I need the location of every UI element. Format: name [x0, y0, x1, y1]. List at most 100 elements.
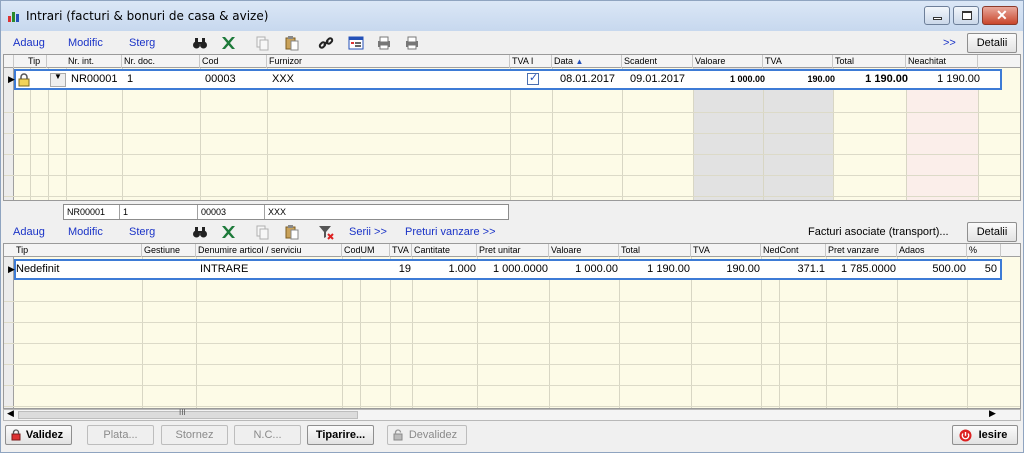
add-invoice-link[interactable]: Adaug	[13, 37, 45, 49]
print-button[interactable]: Tiparire...	[307, 425, 374, 445]
horizontal-scrollbar[interactable]: ◀ III ▶	[3, 408, 1021, 421]
copy-icon[interactable]	[254, 224, 270, 240]
header-codum[interactable]: CodUM	[342, 244, 390, 257]
maximize-button[interactable]	[953, 6, 979, 25]
excel-export-icon[interactable]	[220, 224, 236, 240]
validate-label: Validez	[25, 429, 64, 441]
table-view-icon[interactable]	[348, 35, 364, 51]
serii-link[interactable]: Serii >>	[349, 226, 387, 238]
facturi-asociate-label[interactable]: Facturi asociate (transport)...	[808, 226, 949, 238]
header-gestiune[interactable]: Gestiune	[142, 244, 196, 257]
binoculars-icon[interactable]	[192, 224, 208, 240]
lock-icon	[11, 429, 21, 441]
delete-invoice-link[interactable]: Sterg	[129, 37, 155, 49]
excel-export-icon[interactable]	[220, 35, 236, 51]
paste-icon[interactable]	[284, 224, 300, 240]
invoice-details-button[interactable]: Detalii	[967, 33, 1017, 53]
header-pret-unitar[interactable]: Pret unitar	[477, 244, 549, 257]
cell-cantitate: 1.000	[448, 263, 476, 275]
print-icon[interactable]	[404, 35, 420, 51]
reverse-button[interactable]: Stornez	[161, 425, 228, 445]
exit-button[interactable]: Iesire	[952, 425, 1018, 445]
tva-i-checkbox[interactable]: ✓	[527, 72, 539, 85]
header-nr-doc[interactable]: Nr. doc.	[122, 55, 200, 68]
header-neachitat[interactable]: Neachitat	[906, 55, 978, 68]
cell-scadent: 09.01.2017	[630, 73, 686, 85]
header-tva[interactable]: TVA	[763, 55, 833, 68]
binoculars-icon[interactable]	[192, 35, 208, 51]
checkmark-icon: ✓	[529, 72, 539, 84]
lock-icon	[18, 73, 30, 87]
header-procent[interactable]: %	[967, 244, 1001, 257]
cell-procent: 50	[984, 263, 997, 275]
header-pret-vanzare[interactable]: Pret vanzare	[826, 244, 897, 257]
header-cod[interactable]: Cod	[200, 55, 267, 68]
header-tip[interactable]: Tip	[14, 244, 142, 257]
scroll-grip: III	[179, 408, 186, 417]
summary-strip: NR00001 1 00003 XXX	[63, 204, 509, 220]
main-window: Intrari (facturi & bonuri de casa & aviz…	[0, 0, 1024, 453]
close-button[interactable]: ✕	[982, 6, 1018, 25]
payment-button[interactable]: Plata...	[87, 425, 154, 445]
cell-data: 08.01.2017	[560, 73, 616, 85]
tip-dropdown[interactable]: ▼	[50, 72, 66, 87]
header-denumire[interactable]: Denumire articol / serviciu	[196, 244, 342, 257]
power-icon	[959, 429, 972, 442]
header-tip[interactable]: Tip	[14, 55, 47, 68]
title-bar: Intrari (facturi & bonuri de casa & aviz…	[1, 1, 1023, 31]
link-icon[interactable]	[318, 35, 334, 51]
cell-adaos: 500.00	[932, 263, 966, 275]
header-total[interactable]: Total	[833, 55, 906, 68]
header-valoare[interactable]: Valoare	[549, 244, 619, 257]
lines-grid: Tip Gestiune Denumire articol / serviciu…	[3, 243, 1021, 409]
table-row[interactable]: ▶ ▼ NR00001 1 00003 XXX ✓ 08.01.2017 09.…	[8, 69, 1002, 90]
header-cont[interactable]: NedCont	[761, 244, 826, 257]
filter-clear-icon[interactable]	[318, 224, 334, 240]
table-row[interactable]: ▶ Nedefinit INTRARE 19 1.000 1 000.0000 …	[8, 259, 1002, 280]
scroll-left-icon[interactable]: ◀	[7, 408, 14, 419]
header-furnizor[interactable]: Furnizor	[267, 55, 510, 68]
edit-invoice-link[interactable]: Modific	[68, 37, 103, 49]
invalidate-button[interactable]: Devalidez	[387, 425, 467, 445]
cell-tva: 190.00	[807, 74, 835, 84]
paste-icon[interactable]	[284, 35, 300, 51]
delete-line-link[interactable]: Sterg	[129, 226, 155, 238]
validate-button[interactable]: Validez	[5, 425, 72, 445]
scroll-right-icon[interactable]: ▶	[989, 408, 996, 419]
line-details-button[interactable]: Detalii	[967, 222, 1017, 242]
copy-icon[interactable]	[254, 35, 270, 51]
header-cantitate[interactable]: Cantitate	[412, 244, 477, 257]
summary-furnizor: XXX	[268, 207, 287, 217]
header-data[interactable]: Data ▲	[552, 55, 622, 68]
scroll-thumb[interactable]: III	[18, 408, 358, 419]
invoices-header: Tip Nr. int. Nr. doc. Cod Furnizor TVA I…	[4, 55, 1020, 68]
header-adaos[interactable]: Adaos	[897, 244, 967, 257]
cell-tva-val: 190.00	[726, 263, 760, 275]
header-tva-i[interactable]: TVA I	[510, 55, 552, 68]
exit-label: Iesire	[978, 429, 1008, 441]
summary-cod: 00003	[198, 205, 265, 219]
cell-pret-vanzare: 1 785.0000	[840, 263, 896, 275]
header-total[interactable]: Total	[619, 244, 691, 257]
header-scadent[interactable]: Scadent	[622, 55, 693, 68]
add-line-link[interactable]: Adaug	[13, 226, 45, 238]
close-icon: ✕	[996, 7, 1008, 23]
cell-pret-unitar: 1 000.0000	[492, 263, 548, 275]
cell-nr-int: NR00001	[71, 73, 118, 85]
minimize-button[interactable]	[924, 6, 950, 25]
header-valoare[interactable]: Valoare	[693, 55, 763, 68]
edit-line-link[interactable]: Modific	[68, 226, 103, 238]
invalidate-label: Devalidez	[408, 429, 458, 441]
nc-button[interactable]: N.C...	[234, 425, 301, 445]
header-tva[interactable]: TVA	[390, 244, 412, 257]
row-pointer-icon: ▶	[8, 264, 15, 274]
print-preview-icon[interactable]	[376, 35, 392, 51]
preturi-vanzare-link[interactable]: Preturi vanzare >>	[405, 226, 496, 238]
header-data-label: Data	[554, 56, 574, 66]
header-tva-val[interactable]: TVA	[691, 244, 761, 257]
cell-total: 1 190.00	[647, 263, 690, 275]
header-nr-int[interactable]: Nr. int.	[66, 55, 122, 68]
cell-tva: 19	[398, 263, 411, 275]
more-options-link[interactable]: >>	[943, 37, 956, 49]
cell-valoare: 1 000.00	[729, 74, 765, 84]
